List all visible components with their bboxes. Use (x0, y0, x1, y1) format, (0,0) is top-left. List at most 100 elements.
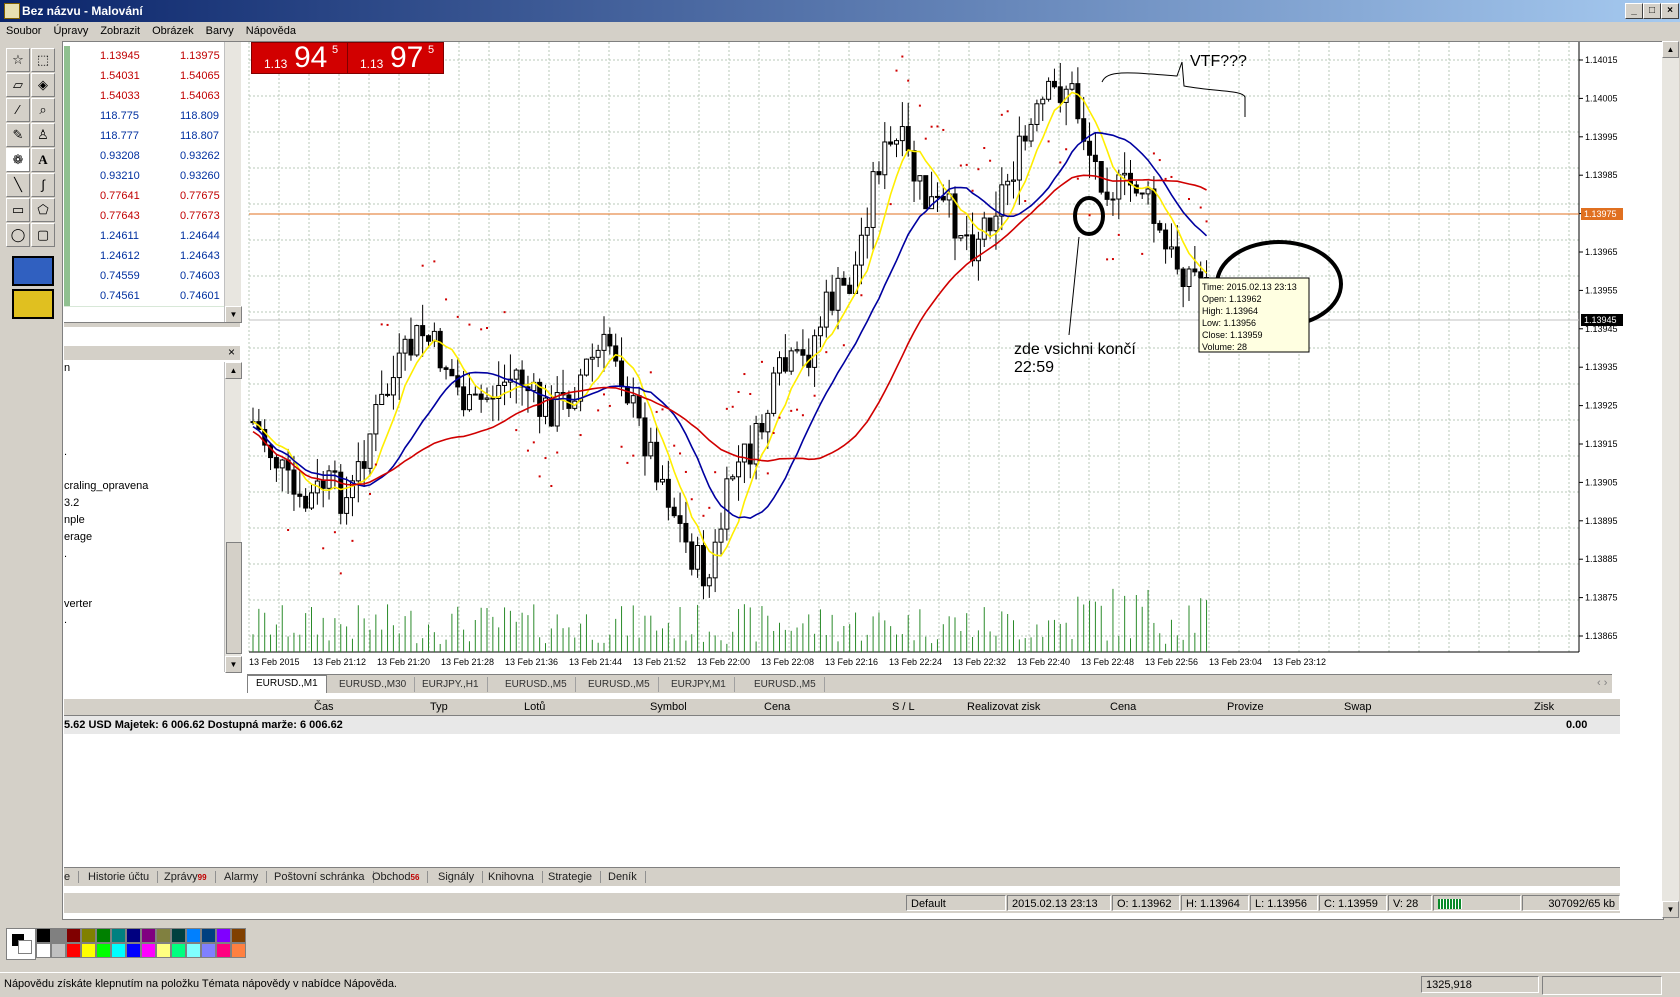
terminal-tab[interactable]: e (64, 871, 80, 883)
market-watch-row[interactable]: 0.74561 0.74601 (64, 286, 224, 307)
market-watch-row[interactable]: 0.93210 0.93260 (64, 166, 224, 187)
market-watch-row[interactable]: 1.54033 1.54063 (64, 86, 224, 107)
navigator-item[interactable]: nple (64, 514, 85, 526)
palette-color-swatch[interactable] (171, 943, 186, 958)
market-watch-row[interactable]: 118.775 118.809 (64, 106, 224, 127)
brush-icon[interactable]: ♙ (31, 123, 55, 147)
palette-color-swatch[interactable] (231, 928, 246, 943)
palette-color-swatch[interactable] (156, 943, 171, 958)
palette-color-swatch[interactable] (96, 943, 111, 958)
palette-color-swatch[interactable] (51, 943, 66, 958)
palette-color-swatch[interactable] (201, 943, 216, 958)
panel-splitter[interactable] (64, 322, 240, 327)
terminal-tab[interactable]: Historie účtu (88, 871, 159, 883)
terminal-tab[interactable]: Poštovní schránka (274, 871, 374, 883)
terminal-tab[interactable]: Knihovna (488, 871, 543, 883)
palette-color-swatch[interactable] (36, 928, 51, 943)
column-header[interactable]: Lotů (524, 701, 545, 713)
market-watch-row[interactable]: 0.93208 0.93262 (64, 146, 224, 167)
palette-color-swatch[interactable] (141, 928, 156, 943)
navigator-item[interactable]: 3.2 (64, 497, 79, 509)
ellipse-icon[interactable]: ◯ (6, 223, 30, 247)
free-select-icon[interactable]: ☆ (6, 48, 30, 72)
maximize-button[interactable]: □ (1643, 3, 1661, 19)
curve-icon[interactable]: ∫ (31, 173, 55, 197)
column-header[interactable]: Cena (1110, 701, 1136, 713)
scroll-thumb[interactable] (226, 542, 242, 654)
market-watch-row[interactable]: 118.777 118.807 (64, 126, 224, 147)
palette-color-swatch[interactable] (156, 928, 171, 943)
transparent-option-icon[interactable] (12, 289, 54, 319)
rectangle-icon[interactable]: ▭ (6, 198, 30, 222)
terminal-tab[interactable]: Signály (438, 871, 484, 883)
current-colors[interactable] (6, 928, 36, 960)
candlestick-chart[interactable]: 1.140151.140051.139951.139851.139751.139… (247, 42, 1657, 672)
line-icon[interactable]: ╲ (6, 173, 30, 197)
column-header[interactable]: Realizovat zisk (967, 701, 1040, 713)
menu-zobrazit[interactable]: Zobrazit (94, 22, 146, 37)
navigator-item[interactable]: n (64, 362, 70, 374)
palette-color-swatch[interactable] (186, 928, 201, 943)
terminal-tab[interactable]: Strategie (548, 871, 602, 883)
market-watch-row[interactable]: 1.24612 1.24643 (64, 246, 224, 267)
menu-soubor[interactable]: Soubor (0, 22, 47, 37)
pencil-icon[interactable]: ✎ (6, 123, 30, 147)
palette-color-swatch[interactable] (81, 928, 96, 943)
terminal-balance-row[interactable]: 5.62 USD Majetek: 6 006.62 Dostupná marž… (64, 716, 1620, 734)
scroll-up-icon[interactable]: ▲ (225, 362, 242, 379)
column-header[interactable]: Čas (314, 701, 334, 713)
scroll-down-icon[interactable]: ▼ (225, 656, 242, 673)
rounded-rect-icon[interactable]: ▢ (31, 223, 55, 247)
navigator-item[interactable]: verter (64, 598, 92, 610)
palette-color-swatch[interactable] (141, 943, 156, 958)
market-watch-row[interactable]: 0.74559 0.74603 (64, 266, 224, 287)
palette-color-swatch[interactable] (111, 943, 126, 958)
column-header[interactable]: S / L (892, 701, 915, 713)
palette-color-swatch[interactable] (186, 943, 201, 958)
market-watch-row[interactable]: 1.24611 1.24644 (64, 226, 224, 247)
menu-upravy[interactable]: Úpravy (47, 22, 94, 37)
tab-scroll-arrows-icon[interactable]: ‹ › (1597, 677, 1607, 689)
column-header[interactable]: Zisk (1534, 701, 1554, 713)
palette-color-swatch[interactable] (126, 943, 141, 958)
scroll-down-icon[interactable]: ▼ (225, 306, 242, 323)
menu-barvy[interactable]: Barvy (200, 22, 240, 37)
chart-tab[interactable]: EURUSD.,M30 (331, 677, 416, 692)
chart-tab[interactable]: EURUSD.,M5 (580, 677, 659, 692)
menu-napoveda[interactable]: Nápověda (240, 22, 302, 37)
menu-obrazek[interactable]: Obrázek (146, 22, 200, 37)
price-chart[interactable]: 1.140151.140051.139951.139851.139751.139… (247, 41, 1657, 672)
navigator-item[interactable]: craling_opravena (64, 480, 148, 492)
market-watch-row[interactable]: 1.54031 1.54065 (64, 66, 224, 87)
palette-color-swatch[interactable] (66, 943, 81, 958)
market-watch-scrollbar[interactable]: ▼ (224, 42, 242, 323)
column-header[interactable]: Symbol (650, 701, 687, 713)
text-tool-icon[interactable]: A (31, 148, 55, 172)
palette-color-swatch[interactable] (231, 943, 246, 958)
palette-color-swatch[interactable] (171, 928, 186, 943)
navigator-item[interactable]: . (64, 548, 67, 560)
bid-quote-box[interactable]: 1.13 94 5 (251, 41, 348, 74)
palette-color-swatch[interactable] (81, 943, 96, 958)
color-picker-icon[interactable]: ⁄ (6, 98, 30, 122)
terminal-tab[interactable]: Obchod56 (372, 871, 429, 883)
chart-tab[interactable]: EURJPY,M1 (663, 677, 735, 692)
navigator-item[interactable]: . (64, 446, 67, 458)
ask-quote-box[interactable]: 1.13 97 5 (347, 41, 444, 74)
polygon-icon[interactable]: ⬠ (31, 198, 55, 222)
eraser-icon[interactable]: ▱ (6, 73, 30, 97)
terminal-tab[interactable]: Deník (608, 871, 646, 883)
navigator-item[interactable]: . (64, 614, 67, 626)
chart-tab[interactable]: EURUSD.,M1 (247, 675, 327, 693)
scroll-up-icon[interactable]: ▲ (1662, 41, 1679, 58)
column-header[interactable]: Swap (1344, 701, 1372, 713)
palette-color-swatch[interactable] (36, 943, 51, 958)
palette-color-swatch[interactable] (201, 928, 216, 943)
close-navigator-icon[interactable]: × (228, 345, 235, 359)
airbrush-icon[interactable]: ❁ (6, 148, 30, 172)
palette-color-swatch[interactable] (96, 928, 111, 943)
market-watch-row[interactable]: 0.77643 0.77673 (64, 206, 224, 227)
terminal-tab[interactable]: Alarmy (224, 871, 268, 883)
palette-color-swatch[interactable] (111, 928, 126, 943)
palette-color-swatch[interactable] (66, 928, 81, 943)
